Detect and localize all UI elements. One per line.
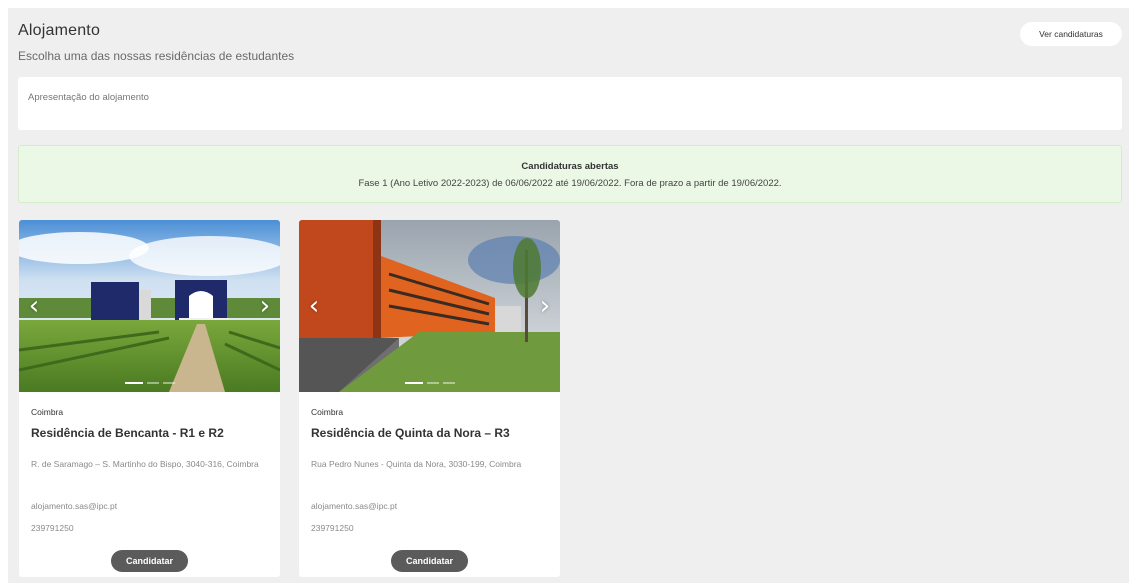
carousel-indicator[interactable] [442,382,455,384]
carousel-indicator[interactable] [124,382,143,384]
page-subtitle: Escolha uma das nossas residências de es… [18,49,295,63]
carousel-indicators [19,382,280,384]
carousel-prev-icon[interactable]: ‹ [303,292,325,320]
apply-button[interactable]: Candidatar [111,550,188,572]
residence-photo-bencanta [19,220,280,392]
applications-open-notice: Candidaturas abertas Fase 1 (Ano Letivo … [18,145,1122,203]
carousel-prev-icon[interactable]: ‹ [23,292,45,320]
accommodation-intro-text: Apresentação do alojamento [28,92,149,103]
carousel-next-icon[interactable]: › [534,292,556,320]
carousel-indicator[interactable] [162,382,175,384]
residence-photo-carousel: ‹ › [299,220,560,392]
carousel-indicator[interactable] [426,382,439,384]
residence-city: Coimbra [31,407,64,417]
residence-card-bencanta: ‹ › Coimbra Residência de Bencanta - R1 … [19,220,280,577]
residence-photo-quinta-da-nora [299,220,560,392]
carousel-next-icon[interactable]: › [254,292,276,320]
residence-city: Coimbra [311,407,344,417]
residence-phone: 239791250 [311,523,354,533]
residence-phone: 239791250 [31,523,74,533]
apply-button[interactable]: Candidatar [391,550,468,572]
residence-name: Residência de Quinta da Nora – R3 [311,426,510,440]
residence-email: alojamento.sas@ipc.pt [31,501,118,511]
view-applications-button[interactable]: Ver candidaturas [1020,22,1122,46]
residence-address: Rua Pedro Nunes - Quinta da Nora, 3030-1… [311,459,522,469]
page-title: Alojamento [18,22,101,39]
residence-name: Residência de Bencanta - R1 e R2 [31,426,224,440]
carousel-indicator[interactable] [146,382,159,384]
carousel-indicator[interactable] [404,382,423,384]
notice-text: Fase 1 (Ano Letivo 2022-2023) de 06/06/2… [358,178,782,189]
residence-card-quinta-da-nora: ‹ › Coimbra Residência de Quinta da Nora… [299,220,560,577]
residence-email: alojamento.sas@ipc.pt [311,501,398,511]
notice-title: Candidaturas abertas [521,161,619,172]
accommodation-intro-box: Apresentação do alojamento [18,77,1122,130]
residence-photo-carousel: ‹ › [19,220,280,392]
page-container: Alojamento Escolha uma das nossas residê… [8,8,1129,583]
residence-address: R. de Saramago – S. Martinho do Bispo, 3… [31,459,259,469]
carousel-indicators [299,382,560,384]
